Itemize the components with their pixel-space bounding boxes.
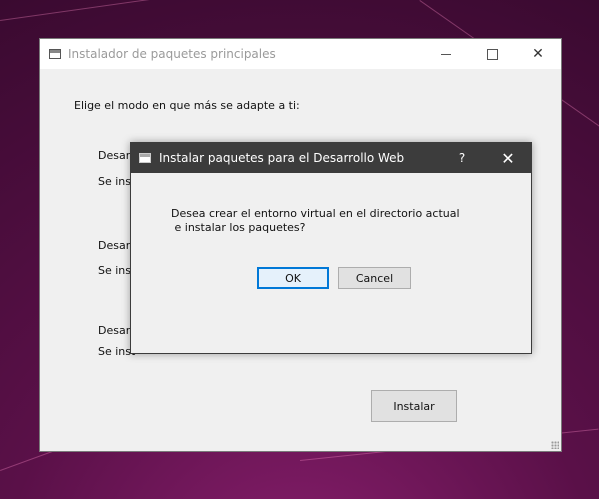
dialog-app-icon	[139, 153, 151, 163]
minimize-button[interactable]	[423, 39, 469, 69]
wallpaper-line	[0, 0, 199, 21]
cancel-button[interactable]: Cancel	[338, 267, 411, 289]
mode-prompt: Elige el modo en que más se adapte a ti:	[74, 99, 300, 112]
help-button[interactable]: ?	[451, 143, 473, 173]
confirm-dialog: Instalar paquetes para el Desarrollo Web…	[130, 142, 532, 354]
close-icon: ✕	[501, 148, 515, 168]
install-button[interactable]: Instalar	[371, 390, 457, 422]
maximize-button[interactable]	[469, 39, 515, 69]
app-icon	[49, 49, 61, 59]
dialog-title-bar[interactable]: Instalar paquetes para el Desarrollo Web…	[131, 143, 531, 173]
ok-button[interactable]: OK	[257, 267, 329, 289]
resize-grip[interactable]	[551, 441, 559, 449]
installer-window-title: Instalador de paquetes principales	[68, 47, 276, 61]
dialog-message-line2: e instalar los paquetes?	[171, 221, 306, 234]
close-button[interactable]: ✕	[515, 39, 561, 69]
dialog-close-button[interactable]: ✕	[495, 143, 521, 173]
minimize-icon	[441, 53, 451, 55]
dialog-title: Instalar paquetes para el Desarrollo Web	[159, 151, 405, 165]
dialog-message-line1: Desea crear el entorno virtual en el dir…	[171, 207, 460, 220]
installer-title-bar[interactable]: Instalador de paquetes principales ✕	[40, 39, 561, 69]
maximize-icon	[486, 48, 498, 60]
close-icon: ✕	[532, 46, 544, 62]
help-icon: ?	[458, 151, 466, 165]
